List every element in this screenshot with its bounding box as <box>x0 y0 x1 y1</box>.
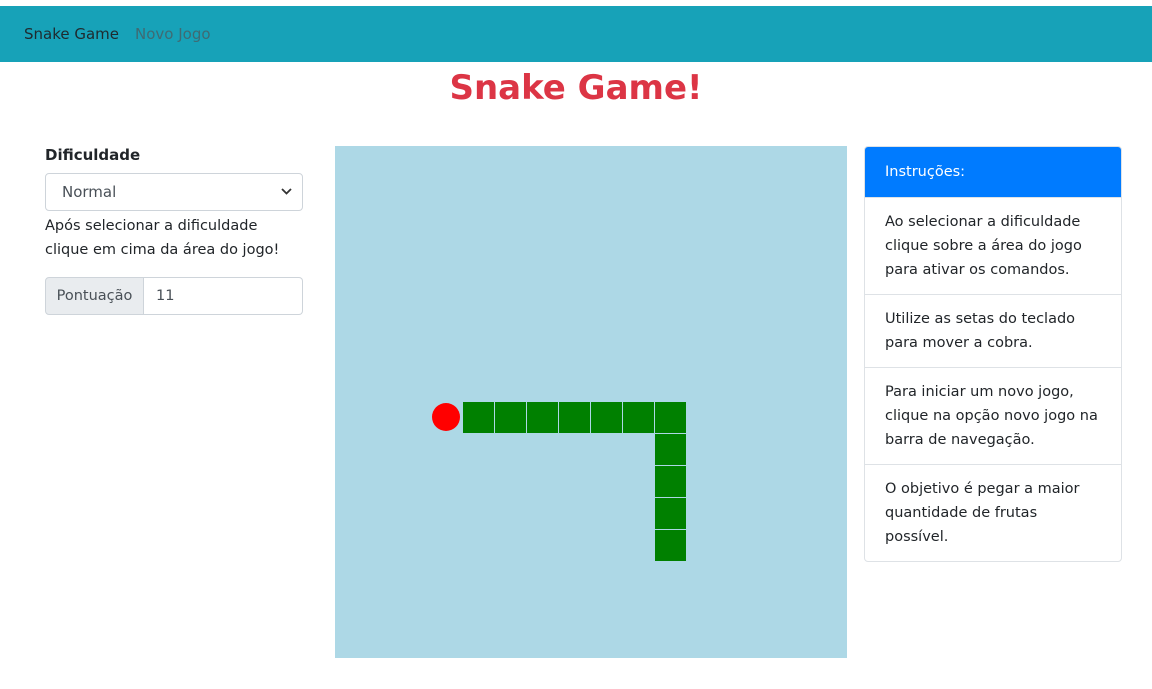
instruction-item: Ao selecionar a dificuldade clique sobre… <box>865 197 1121 294</box>
snake-segment <box>559 402 590 433</box>
game-board[interactable] <box>335 146 847 658</box>
instruction-item: Utilize as setas do teclado para mover a… <box>865 294 1121 367</box>
navbar: Snake Game Novo Jogo <box>0 6 1152 62</box>
snake-segment <box>463 402 494 433</box>
score-field[interactable]: 11 <box>144 277 303 315</box>
difficulty-label: Dificuldade <box>45 146 141 164</box>
snake-segment <box>655 402 686 433</box>
snake-segment <box>655 434 686 465</box>
snake-segment <box>527 402 558 433</box>
instructions-card: Instruções: Ao selecionar a dificuldade … <box>864 146 1122 562</box>
snake-segment <box>655 498 686 529</box>
snake-segment <box>655 530 686 561</box>
score-group: Pontuação 11 <box>45 277 303 315</box>
navbar-brand[interactable]: Snake Game <box>24 25 119 43</box>
chevron-down-icon <box>281 187 292 198</box>
game-canvas[interactable] <box>335 146 847 658</box>
snake-segment <box>591 402 622 433</box>
new-game-link[interactable]: Novo Jogo <box>135 25 211 43</box>
difficulty-help-text: Após selecionar a dificuldade clique em … <box>45 218 280 258</box>
difficulty-selected-value: Normal <box>62 183 117 201</box>
instruction-item: Para iniciar um novo jogo, clique na opç… <box>865 367 1121 464</box>
instruction-item: O objetivo é pegar a maior quantidade de… <box>865 464 1121 561</box>
snake-segment <box>623 402 654 433</box>
fruit <box>432 403 460 431</box>
instructions-header: Instruções: <box>865 147 1121 197</box>
controls-panel: Dificuldade Normal Após selecionar a dif… <box>45 146 303 315</box>
score-label: Pontuação <box>45 277 144 315</box>
snake-segment <box>655 466 686 497</box>
difficulty-select[interactable]: Normal <box>45 173 303 211</box>
snake-segment <box>495 402 526 433</box>
page-title: Snake Game! <box>449 68 703 108</box>
